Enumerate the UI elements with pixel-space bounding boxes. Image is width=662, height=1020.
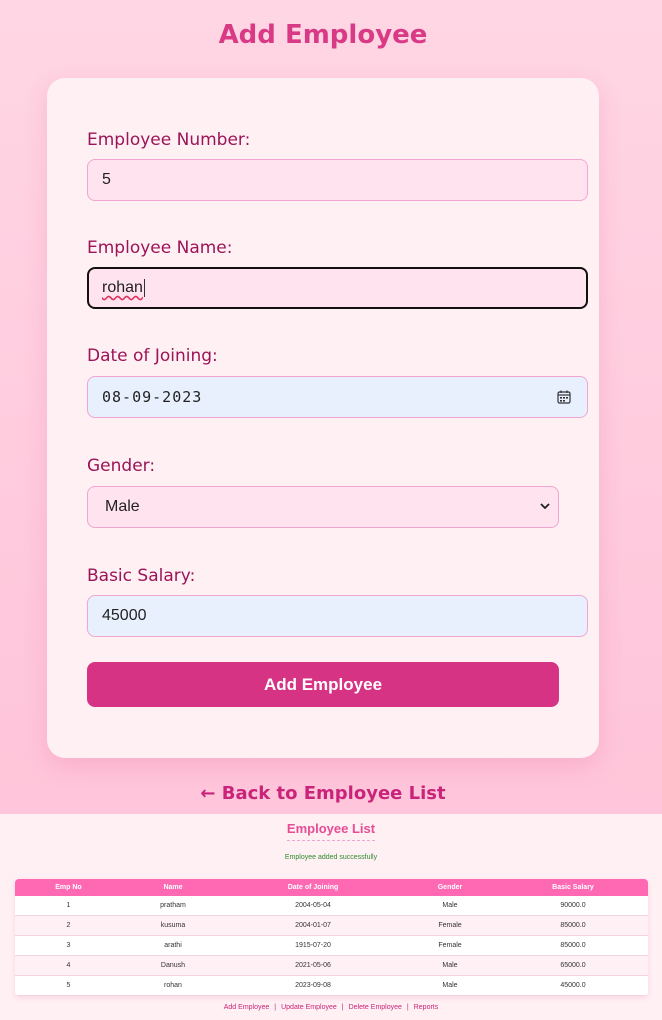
date-of-joining-value: 08-09-2023 <box>102 388 203 406</box>
column-header-date-of-joining: Date of Joining <box>224 879 402 896</box>
cell-gender: Female <box>402 915 498 936</box>
basic-salary-value: 45000 <box>102 607 147 624</box>
chevron-down-icon <box>540 503 550 510</box>
back-to-employee-list-link[interactable]: ← Back to Employee List <box>0 783 646 804</box>
footer-nav: Add Employee | Update Employee | Delete Empl… <box>0 1004 662 1011</box>
column-header-basic-salary: Basic Salary <box>498 879 648 896</box>
cell-name: rohan <box>122 975 224 996</box>
cell-name: kusuma <box>122 915 224 936</box>
cell-gender: Male <box>402 955 498 976</box>
date-of-joining-label: Date of Joining: <box>87 346 218 366</box>
table-row: 1 pratham 2004-05-04 Male 90000.0 <box>15 896 648 916</box>
footer-link-add-employee[interactable]: Add Employee <box>224 1004 270 1011</box>
employee-number-label: Employee Number: <box>87 130 251 150</box>
cell-emp-no: 4 <box>15 955 122 976</box>
employee-name-input[interactable]: rohan <box>87 267 588 309</box>
cell-emp-no: 5 <box>15 975 122 996</box>
employee-name-value: rohan <box>102 279 143 296</box>
cell-gender: Male <box>402 975 498 996</box>
cell-basic-salary: 85000.0 <box>498 935 648 956</box>
employee-list-section: Employee List Employee added successfull… <box>0 814 662 1020</box>
add-employee-form: Employee Number: 5 Employee Name: rohan … <box>47 78 599 758</box>
gender-selected-value: Male <box>105 498 140 515</box>
cell-emp-no: 3 <box>15 935 122 956</box>
nav-separator: | <box>274 1004 277 1011</box>
cell-basic-salary: 45000.0 <box>498 975 648 996</box>
cell-basic-salary: 65000.0 <box>498 955 648 976</box>
cell-gender: Female <box>402 935 498 956</box>
date-of-joining-input[interactable]: 08-09-2023 <box>87 376 588 418</box>
cell-date-of-joining: 2004-05-04 <box>224 896 402 916</box>
nav-separator: | <box>341 1004 344 1011</box>
basic-salary-input[interactable]: 45000 <box>87 595 588 637</box>
basic-salary-label: Basic Salary: <box>87 566 196 586</box>
cell-date-of-joining: 1915-07-20 <box>224 935 402 956</box>
page-title: Add Employee <box>218 20 428 50</box>
text-caret <box>143 279 145 297</box>
footer-link-delete-employee[interactable]: Delete Employee <box>349 1004 402 1011</box>
table-row: 3 arathi 1915-07-20 Female 85000.0 <box>15 935 648 956</box>
gender-label: Gender: <box>87 456 156 476</box>
table-row: 5 rohan 2023-09-08 Male 45000.0 <box>15 975 648 996</box>
cell-name: Danush <box>122 955 224 976</box>
cell-date-of-joining: 2004-01-07 <box>224 915 402 936</box>
add-employee-button[interactable]: Add Employee <box>87 662 559 707</box>
nav-separator: | <box>406 1004 409 1011</box>
cell-emp-no: 1 <box>15 896 122 916</box>
cell-date-of-joining: 2021-05-06 <box>224 955 402 976</box>
column-header-gender: Gender <box>402 879 498 896</box>
employee-list-title: Employee List <box>286 821 376 841</box>
cell-name: pratham <box>122 896 224 916</box>
table-header-row: Emp No Name Date of Joining Gender Basic… <box>15 879 648 896</box>
employee-name-label: Employee Name: <box>87 238 233 258</box>
cell-emp-no: 2 <box>15 915 122 936</box>
success-message: Employee added successfully <box>284 854 378 861</box>
employee-number-input[interactable]: 5 <box>87 159 588 201</box>
footer-link-update-employee[interactable]: Update Employee <box>281 1004 337 1011</box>
cell-basic-salary: 85000.0 <box>498 915 648 936</box>
employee-number-value: 5 <box>102 171 111 188</box>
column-header-emp-no: Emp No <box>15 879 122 896</box>
table-row: 2 kusuma 2004-01-07 Female 85000.0 <box>15 915 648 936</box>
cell-gender: Male <box>402 896 498 916</box>
table-row: 4 Danush 2021-05-06 Male 65000.0 <box>15 955 648 976</box>
footer-link-reports[interactable]: Reports <box>414 1004 439 1011</box>
cell-basic-salary: 90000.0 <box>498 896 648 916</box>
calendar-icon[interactable] <box>557 390 571 404</box>
employee-table: Emp No Name Date of Joining Gender Basic… <box>15 879 648 996</box>
employee-list-title-wrap: Employee List <box>0 818 662 841</box>
column-header-name: Name <box>122 879 224 896</box>
gender-select[interactable]: Male <box>87 486 559 528</box>
cell-name: arathi <box>122 935 224 956</box>
cell-date-of-joining: 2023-09-08 <box>224 975 402 996</box>
